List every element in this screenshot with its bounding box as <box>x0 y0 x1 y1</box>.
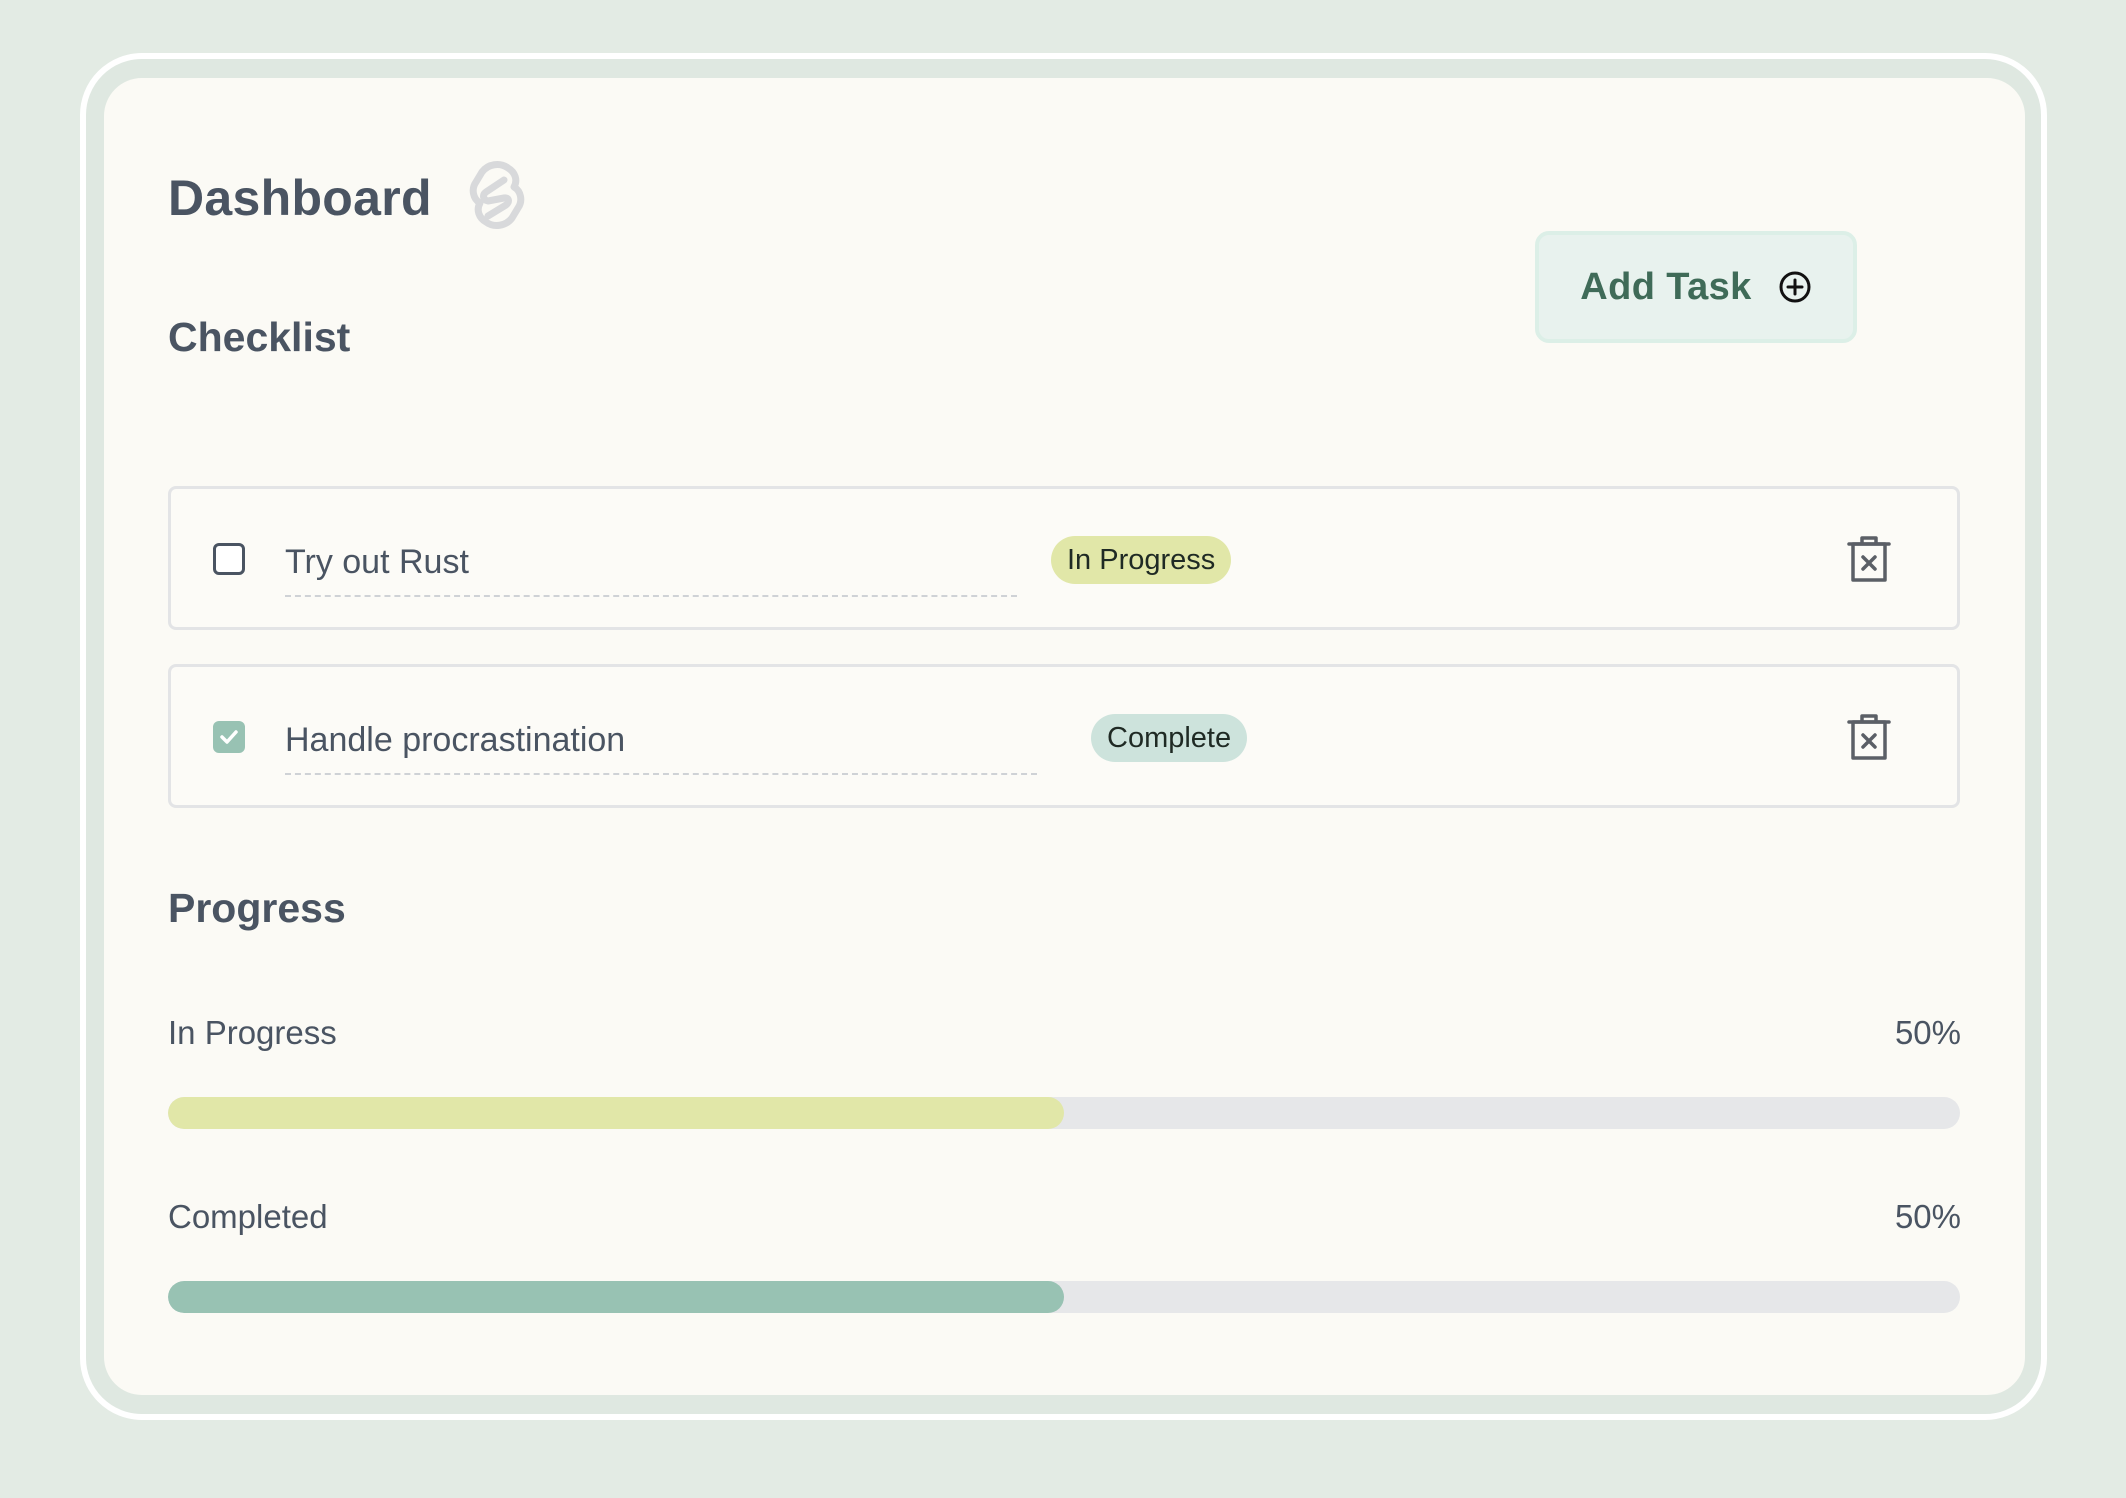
status-badge: In Progress <box>1051 536 1232 584</box>
task-checkbox[interactable] <box>213 721 245 753</box>
task-row: Try out Rust In Progress <box>168 486 1960 630</box>
progress-bar-in-progress <box>168 1097 1960 1129</box>
progress-value-completed: 50% <box>1894 1198 1961 1235</box>
trash-icon[interactable] <box>1847 535 1891 583</box>
progress-title: Progress <box>168 885 346 931</box>
svelte-logo-icon <box>469 161 525 229</box>
progress-label-completed: Completed <box>168 1198 328 1235</box>
add-task-label: Add Task <box>1580 265 1752 308</box>
progress-bar-fill <box>168 1281 1064 1313</box>
progress-value-in-progress: 50% <box>1894 1014 1961 1051</box>
task-row: Handle procrastination Complete <box>168 664 1960 808</box>
trash-icon[interactable] <box>1847 713 1891 761</box>
check-icon <box>220 730 238 744</box>
task-text-input[interactable]: Try out Rust <box>285 537 1017 597</box>
plus-circle-icon <box>1779 271 1811 303</box>
task-text-input[interactable]: Handle procrastination <box>285 715 1037 775</box>
task-checkbox[interactable] <box>213 543 245 575</box>
dashboard-card: Dashboard Checklist Add Task Try out Rus… <box>104 78 2025 1395</box>
page-title: Dashboard <box>168 170 432 226</box>
header: Dashboard <box>168 158 528 238</box>
progress-bar-completed <box>168 1281 1960 1313</box>
checklist-title: Checklist <box>168 314 351 360</box>
progress-label-in-progress: In Progress <box>168 1014 337 1051</box>
status-badge: Complete <box>1091 714 1248 762</box>
add-task-button[interactable]: Add Task <box>1535 231 1857 343</box>
progress-bar-fill <box>168 1097 1064 1129</box>
